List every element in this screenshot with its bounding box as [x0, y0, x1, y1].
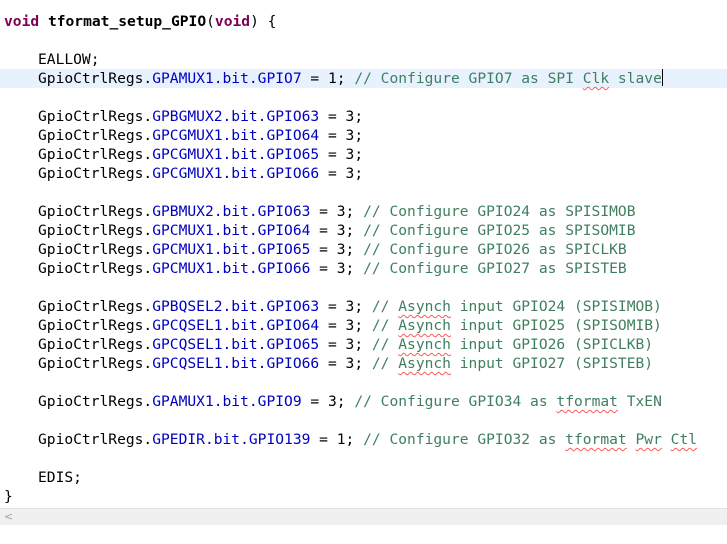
register-field: GPBGMUX2.bit.GPIO63	[152, 108, 320, 125]
register-field: GPCGMUX1.bit.GPIO66	[152, 165, 320, 182]
code-line[interactable]: GpioCtrlRegs.GPEDIR.bit.GPIO139 = 1; // …	[0, 430, 727, 449]
register-field: GPCMUX1.bit.GPIO66	[152, 260, 311, 277]
regs-prefix: GpioCtrlRegs.	[38, 70, 153, 87]
code-comment: // Asynch input GPIO26 (SPICLKB)	[371, 336, 654, 353]
code-line[interactable]: GpioCtrlRegs.GPCGMUX1.bit.GPIO64 = 3;	[0, 126, 727, 145]
code-comment: // Asynch input GPIO25 (SPISOMIB)	[371, 317, 662, 334]
register-field: GPAMUX1.bit.GPIO9	[152, 393, 302, 410]
code-line-close[interactable]: }	[0, 487, 727, 506]
open-paren: (	[206, 13, 215, 30]
register-field: GPCMUX1.bit.GPIO65	[152, 241, 311, 258]
horizontal-scrollbar[interactable]: <	[0, 508, 727, 525]
code-line[interactable]: GpioCtrlRegs.GPCMUX1.bit.GPIO66 = 3; // …	[0, 259, 727, 278]
register-field: GPCMUX1.bit.GPIO64	[152, 222, 311, 239]
assignment: = 1;	[301, 70, 355, 87]
spelling-warning: tformat	[556, 393, 618, 410]
current-line-highlight[interactable]: GpioCtrlRegs.GPAMUX1.bit.GPIO7 = 1; // C…	[0, 69, 727, 88]
register-field: GPEDIR.bit.GPIO139	[152, 431, 311, 448]
code-line[interactable]: GpioCtrlRegs.GPCQSEL1.bit.GPIO64 = 3; //…	[0, 316, 727, 335]
code-line[interactable]: GpioCtrlRegs.GPBMUX2.bit.GPIO63 = 3; // …	[0, 202, 727, 221]
register-field: GPCGMUX1.bit.GPIO65	[152, 146, 320, 163]
register-field: GPCQSEL1.bit.GPIO65	[152, 336, 320, 353]
code-line[interactable]: GpioCtrlRegs.GPBGMUX2.bit.GPIO63 = 3;	[0, 107, 727, 126]
function-name: tformat_setup_GPIO	[47, 13, 207, 30]
spelling-warning: Asynch	[398, 298, 451, 315]
code-line[interactable]: GpioCtrlRegs.GPCGMUX1.bit.GPIO66 = 3;	[0, 164, 727, 183]
code-line[interactable]: GpioCtrlRegs.GPCQSEL1.bit.GPIO66 = 3; //…	[0, 354, 727, 373]
register-field: GPBQSEL2.bit.GPIO63	[152, 298, 320, 315]
spelling-warning: Pwr	[635, 431, 662, 448]
code-line[interactable]: GpioCtrlRegs.GPCGMUX1.bit.GPIO65 = 3;	[0, 145, 727, 164]
code-comment: // Configure GPIO26 as SPICLKB	[363, 241, 627, 258]
closing-brace: }	[4, 488, 13, 505]
spelling-warning: Asynch	[398, 355, 451, 372]
register-field: GPCQSEL1.bit.GPIO64	[152, 317, 320, 334]
register-field: GPAMUX1.bit.GPIO7	[152, 70, 302, 87]
spelling-warning: Asynch	[398, 336, 451, 353]
code-comment: // Configure GPIO7 as SPI Clk slave	[354, 70, 662, 87]
code-line[interactable]: GpioCtrlRegs.GPCMUX1.bit.GPIO64 = 3; // …	[0, 221, 727, 240]
edis-statement: EDIS;	[38, 469, 82, 486]
scroll-left-icon[interactable]: <	[4, 510, 13, 524]
spelling-warning: Clk	[582, 70, 610, 87]
code-comment: // Configure GPIO27 as SPISTEB	[363, 260, 627, 277]
code-editor[interactable]: void tformat_setup_GPIO(void) { EALLOW; …	[0, 0, 727, 508]
code-comment: // Asynch input GPIO27 (SPISTEB)	[371, 355, 654, 372]
code-line[interactable]: GpioCtrlRegs.GPBQSEL2.bit.GPIO63 = 3; //…	[0, 297, 727, 316]
register-field: GPCGMUX1.bit.GPIO64	[152, 127, 320, 144]
code-line[interactable]: GpioCtrlRegs.GPAMUX1.bit.GPIO9 = 3; // C…	[0, 392, 727, 411]
spelling-warning: Asynch	[398, 317, 451, 334]
text-caret	[661, 69, 663, 86]
code-comment: // Configure GPIO34 as tformat TxEN	[354, 393, 662, 410]
code-line[interactable]: GpioCtrlRegs.GPCMUX1.bit.GPIO65 = 3; // …	[0, 240, 727, 259]
keyword-void: void	[4, 13, 40, 30]
register-field: GPBMUX2.bit.GPIO63	[152, 203, 311, 220]
code-comment: // Configure GPIO25 as SPISOMIB	[363, 222, 636, 239]
code-comment: // Configure GPIO24 as SPISIMOB	[363, 203, 636, 220]
register-field: GPCQSEL1.bit.GPIO66	[152, 355, 320, 372]
code-line[interactable]: GpioCtrlRegs.GPCQSEL1.bit.GPIO65 = 3; //…	[0, 335, 727, 354]
spelling-warning: tformat	[565, 431, 627, 448]
signature-close: ) {	[250, 13, 277, 30]
keyword-void-param: void	[214, 13, 251, 30]
eallow-statement: EALLOW;	[38, 51, 100, 68]
function-signature-line[interactable]: void tformat_setup_GPIO(void) {	[0, 12, 727, 31]
code-line-edis[interactable]: EDIS;	[0, 468, 727, 487]
code-comment: // Asynch input GPIO24 (SPISIMOB)	[371, 298, 662, 315]
spelling-warning: Ctl	[670, 431, 698, 448]
code-line-eallow[interactable]: EALLOW;	[0, 50, 727, 69]
code-comment: // Configure GPIO32 as tformat Pwr Ctl	[363, 431, 698, 448]
